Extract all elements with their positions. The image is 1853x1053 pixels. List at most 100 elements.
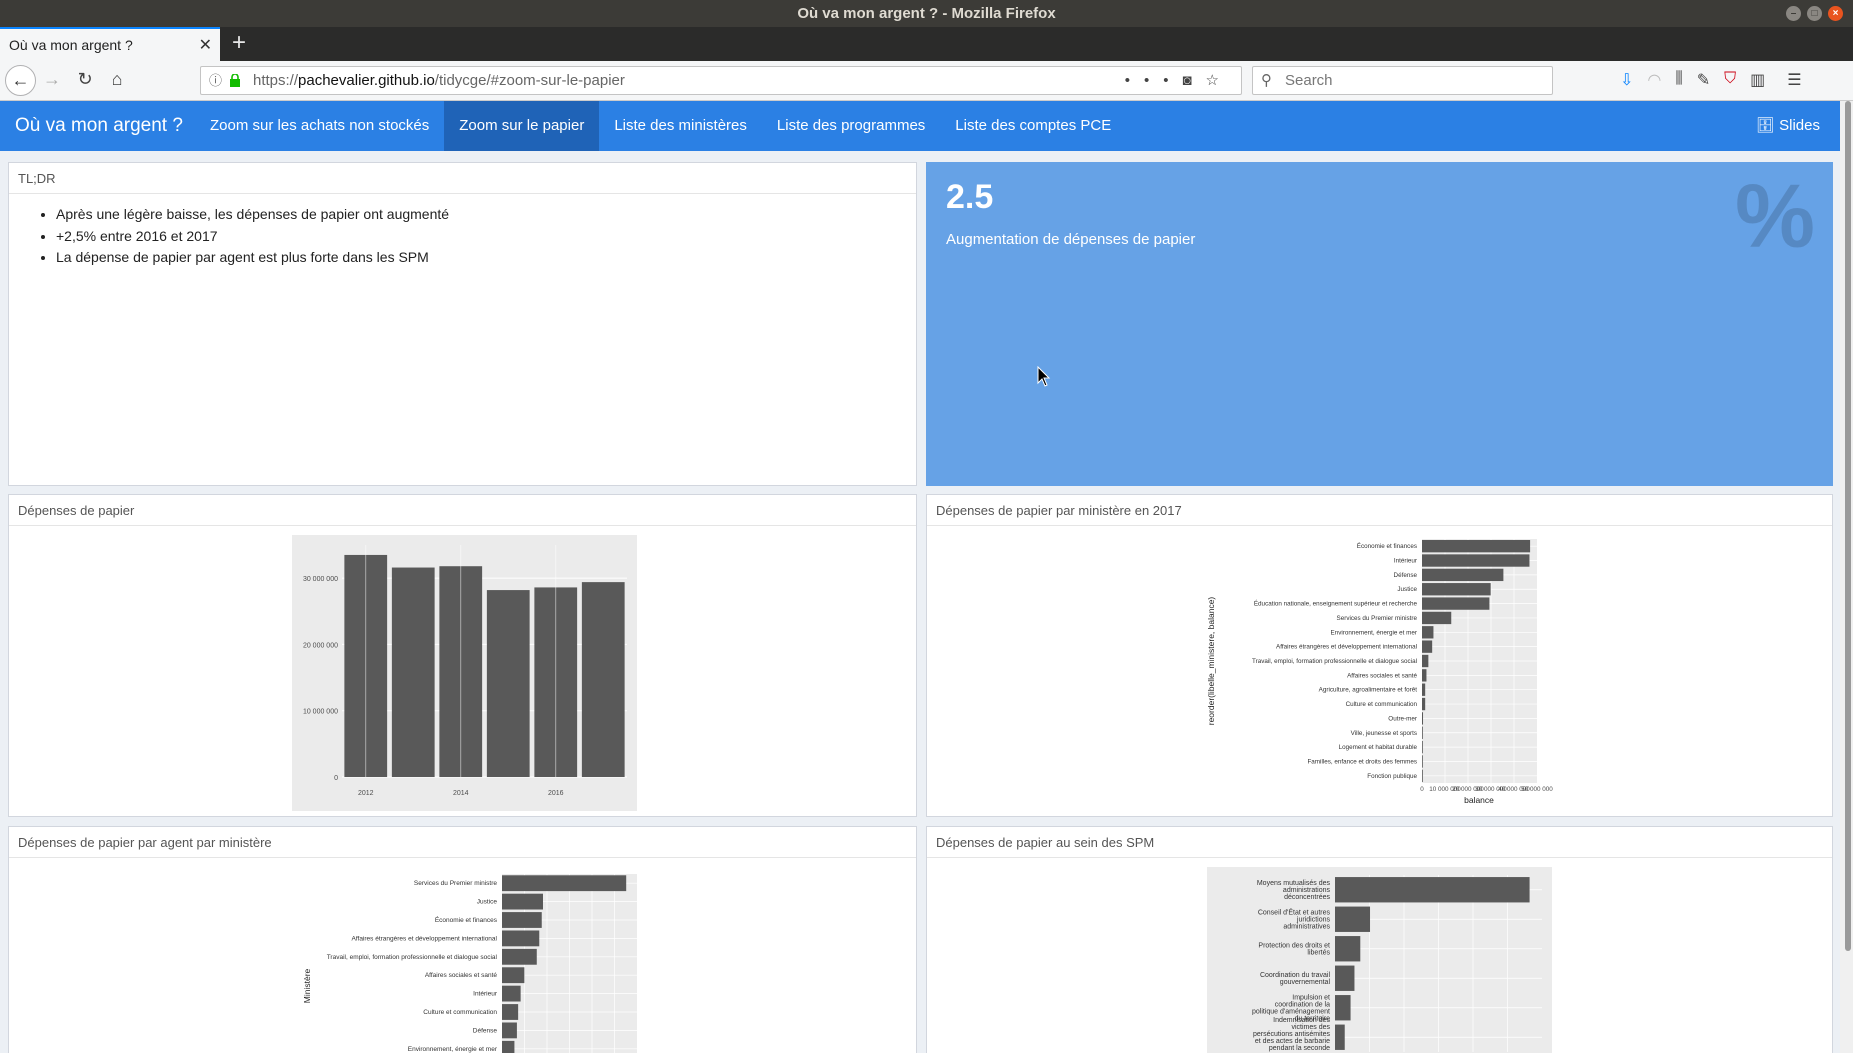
bookmark-star-icon[interactable]: ☆ xyxy=(1206,72,1233,89)
category-label: Travail, emploi, formation professionnel… xyxy=(327,954,498,961)
bar xyxy=(1422,611,1452,625)
category-label: Indemnisation des xyxy=(1273,1017,1330,1024)
close-tab-icon[interactable]: ✕ xyxy=(199,35,212,55)
x-axis-label: balance xyxy=(1464,795,1494,805)
category-label: Logement et habitat durable xyxy=(1339,744,1418,751)
bar xyxy=(502,930,540,947)
bar xyxy=(1335,995,1351,1021)
panel-depenses-ministere: Dépenses de papier par ministère en 2017… xyxy=(926,494,1833,817)
category-label: politique d'aménagement xyxy=(1252,1008,1330,1015)
slides-link[interactable]: 🗄 Slides xyxy=(1756,101,1820,151)
ublock-icon[interactable]: ⛉ xyxy=(1724,70,1736,90)
tick-label: 2016 xyxy=(548,790,564,797)
bar xyxy=(1422,540,1531,553)
category-label: Coordination du travail xyxy=(1260,972,1330,979)
category-label: Défense xyxy=(473,1027,498,1034)
library-icon[interactable]: ⫼ xyxy=(1675,70,1682,90)
category-label: Intérieur xyxy=(473,991,498,998)
tldr-list: Après une légère baisse, les dépenses de… xyxy=(9,194,916,269)
menu-item-comptes[interactable]: Liste des comptes PCE xyxy=(940,101,1126,151)
category-label: Ville, jeunesse et sports xyxy=(1351,730,1417,737)
bar xyxy=(502,967,525,984)
bar xyxy=(502,948,537,965)
url-scheme: https:// xyxy=(253,72,299,89)
browser-tab[interactable]: Où va mon argent ? ✕ xyxy=(0,27,220,61)
category-label: persécutions antisémites xyxy=(1253,1031,1331,1038)
category-label: administrations xyxy=(1283,887,1331,894)
category-label: Culture et communication xyxy=(1346,701,1418,708)
category-label: Affaires étrangères et développement int… xyxy=(351,935,497,942)
app-brand[interactable]: Où va mon argent ? xyxy=(15,101,183,151)
category-label: Outre-mer xyxy=(1388,715,1417,722)
eyedropper-icon[interactable]: ✎ xyxy=(1697,70,1710,90)
panel-title: Dépenses de papier xyxy=(9,495,916,526)
y-axis-label: reorder(libelle_ministere, balance) xyxy=(1207,597,1216,726)
panel-title: Dépenses de papier au sein des SPM xyxy=(927,827,1832,858)
menu-item-programmes[interactable]: Liste des programmes xyxy=(762,101,940,151)
page-actions-icon[interactable]: ••• xyxy=(1125,72,1183,89)
bar xyxy=(502,875,627,892)
bar xyxy=(1422,583,1491,596)
category-label: Impulsion et xyxy=(1292,994,1330,1001)
bar xyxy=(1335,936,1361,962)
search-input[interactable]: ⚲ Search xyxy=(1252,66,1553,95)
menu-item-papier[interactable]: Zoom sur le papier xyxy=(444,101,600,151)
url-bar[interactable]: ⓘ https://pachevalier.github.io/tidycge/… xyxy=(200,66,1242,95)
tab-strip: Où va mon argent ? ✕ + xyxy=(0,27,1853,61)
hamburger-menu-icon[interactable]: ☰ xyxy=(1787,70,1801,90)
forward-icon[interactable]: → xyxy=(40,69,64,90)
reload-icon[interactable]: ↻ xyxy=(73,69,97,90)
back-icon[interactable]: ← xyxy=(5,65,36,96)
bar xyxy=(1422,568,1504,582)
category-label: Affaires étrangères et développement int… xyxy=(1276,644,1417,651)
minimize-icon[interactable]: – xyxy=(1786,6,1801,21)
category-label: Économie et finances xyxy=(435,915,498,924)
menu-item-ministeres[interactable]: Liste des ministères xyxy=(599,101,762,151)
search-placeholder: Search xyxy=(1285,72,1333,89)
tick-label: 0 xyxy=(334,775,338,782)
category-label: Environnement, énergie et mer xyxy=(408,1046,498,1053)
category-label: Intérieur xyxy=(1394,558,1417,565)
new-tab-icon[interactable]: + xyxy=(232,29,246,57)
rss-icon[interactable]: ◠ xyxy=(1647,70,1661,90)
bar xyxy=(1422,769,1423,782)
scrollbar-thumb[interactable] xyxy=(1845,101,1851,951)
bar xyxy=(581,582,625,777)
percent-icon: % xyxy=(1734,167,1815,267)
bar xyxy=(1422,697,1426,711)
panel-title: Dépenses de papier par agent par ministè… xyxy=(9,827,916,858)
category-label: Justice xyxy=(477,899,498,906)
tick-label: 30 000 000 xyxy=(303,576,338,583)
chart-depenses-spm: Moyens mutualisés desadministrationsdéco… xyxy=(1207,867,1552,1053)
category-label: Travail, emploi, formation professionnel… xyxy=(1252,658,1417,665)
bar xyxy=(391,567,435,777)
pocket-icon[interactable]: ◙ xyxy=(1182,72,1205,89)
maximize-icon[interactable]: □ xyxy=(1807,6,1822,21)
close-window-icon[interactable]: × xyxy=(1828,6,1843,21)
category-label: Fonction publique xyxy=(1367,773,1417,780)
slides-label: Slides xyxy=(1779,117,1820,134)
menu-item-achats[interactable]: Zoom sur les achats non stockés xyxy=(195,101,444,151)
url-host: pachevalier.github.io xyxy=(298,72,435,89)
info-icon[interactable]: ⓘ xyxy=(209,67,222,94)
bar xyxy=(1422,654,1429,668)
category-label: Services du Premier ministre xyxy=(1337,615,1418,622)
home-icon[interactable]: ⌂ xyxy=(105,69,129,90)
main-menu: Zoom sur les achats non stockés Zoom sur… xyxy=(195,101,1126,151)
downloads-icon[interactable]: ⇩ xyxy=(1620,70,1633,90)
bar xyxy=(1335,877,1530,903)
sidebar-icon[interactable]: ▥ xyxy=(1750,70,1765,90)
list-item: Après une légère baisse, les dépenses de… xyxy=(56,204,916,226)
bar xyxy=(502,893,543,910)
bar xyxy=(1422,554,1530,567)
category-label: et des actes de barbarie xyxy=(1255,1038,1330,1045)
category-label: administratives xyxy=(1283,923,1330,930)
value-box: 2.5 Augmentation de dépenses de papier % xyxy=(926,162,1833,486)
bar xyxy=(1422,726,1423,739)
chart-depenses-par-ministere: Économie et finances Intérieur Défense Just… xyxy=(1207,535,1562,810)
category-label: Familles, enfance et droits des femmes xyxy=(1307,758,1417,765)
category-label: victimes des xyxy=(1291,1024,1330,1031)
bar xyxy=(502,1022,517,1039)
bar xyxy=(1422,755,1423,768)
bar xyxy=(502,1040,515,1053)
